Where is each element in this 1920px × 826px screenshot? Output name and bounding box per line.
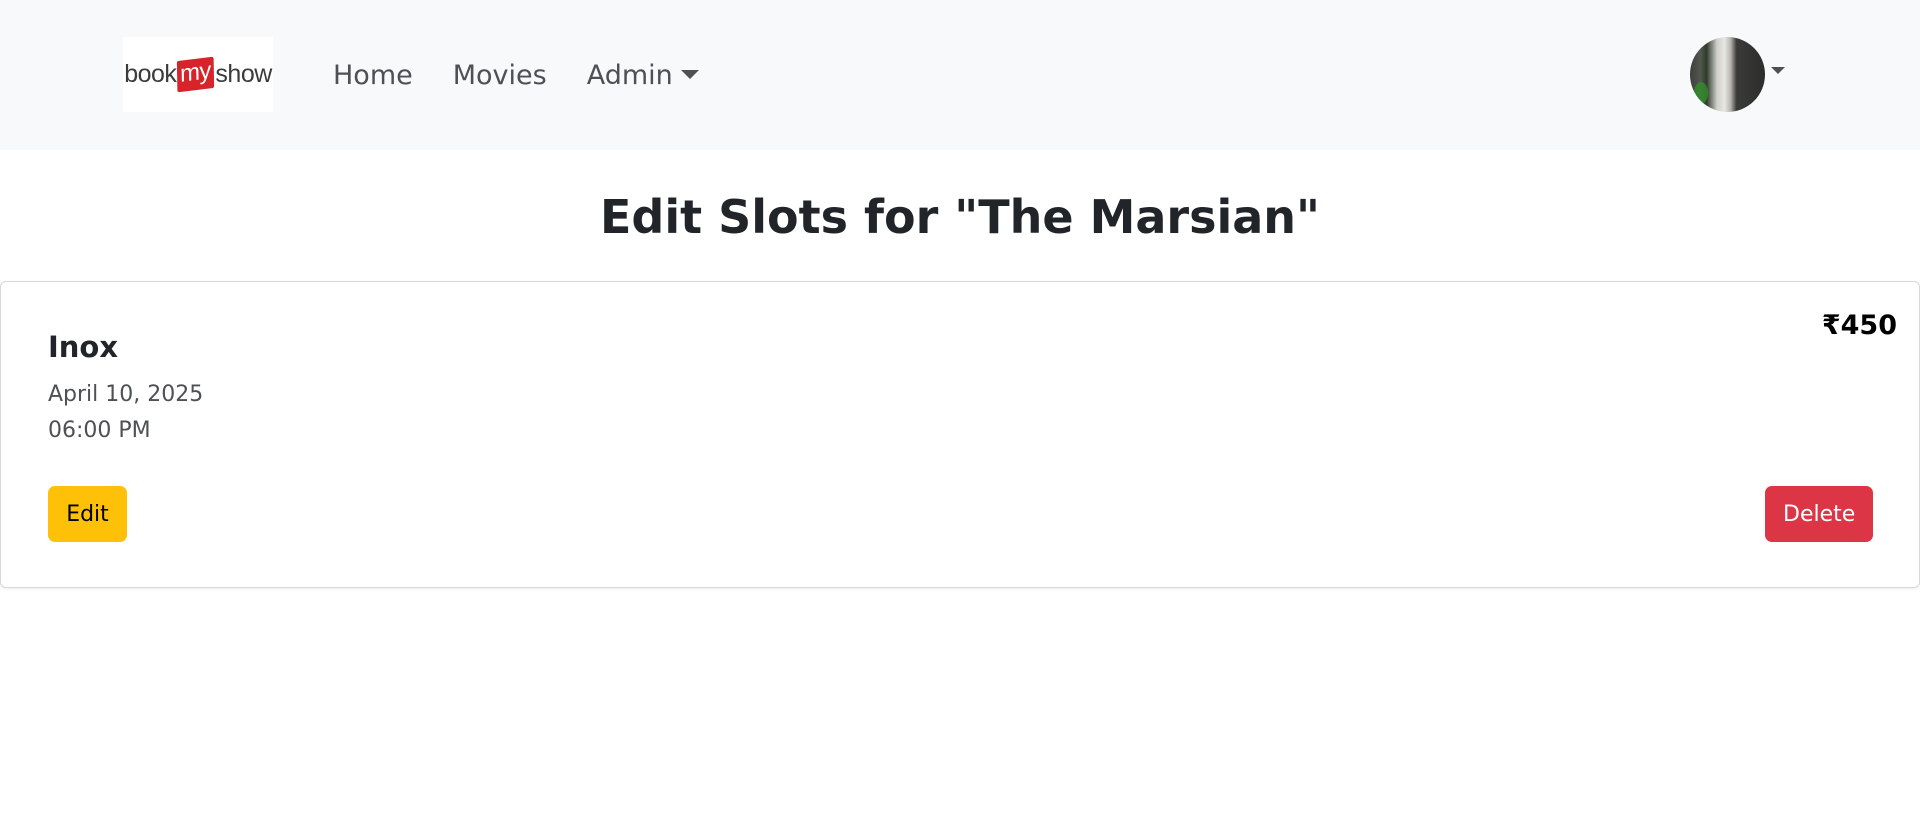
logo-text-book: book (124, 60, 177, 88)
slot-theatre-name: Inox (48, 330, 119, 364)
chevron-down-icon (680, 69, 699, 79)
slot-time: 06:00 PM (48, 418, 151, 443)
user-menu-dropdown[interactable] (1690, 37, 1785, 112)
bookmyshow-logo: book my show (124, 56, 272, 93)
logo-text-my: my (177, 56, 215, 93)
delete-slot-button[interactable]: Delete (1765, 486, 1873, 542)
chevron-down-icon (1771, 67, 1785, 74)
page-title: Edit Slots for "The Marsian" (599, 190, 1321, 244)
logo-text-show: show (215, 60, 272, 88)
avatar (1690, 37, 1765, 112)
slot-card: ₹450 Inox April 10, 2025 06:00 PM Edit D… (0, 281, 1920, 588)
brand-logo-link[interactable]: book my show (123, 37, 273, 112)
slot-date: April 10, 2025 (48, 382, 204, 407)
nav-links: Home Movies Admin (333, 54, 699, 98)
nav-admin-label: Admin (586, 60, 673, 91)
nav-home-link[interactable]: Home (333, 54, 413, 98)
nav-movies-link[interactable]: Movies (453, 54, 547, 98)
slot-price: ₹450 (1821, 310, 1897, 341)
navbar: book my show Home Movies Admin (0, 0, 1920, 150)
edit-slot-button[interactable]: Edit (48, 486, 127, 542)
nav-admin-dropdown[interactable]: Admin (587, 54, 699, 98)
